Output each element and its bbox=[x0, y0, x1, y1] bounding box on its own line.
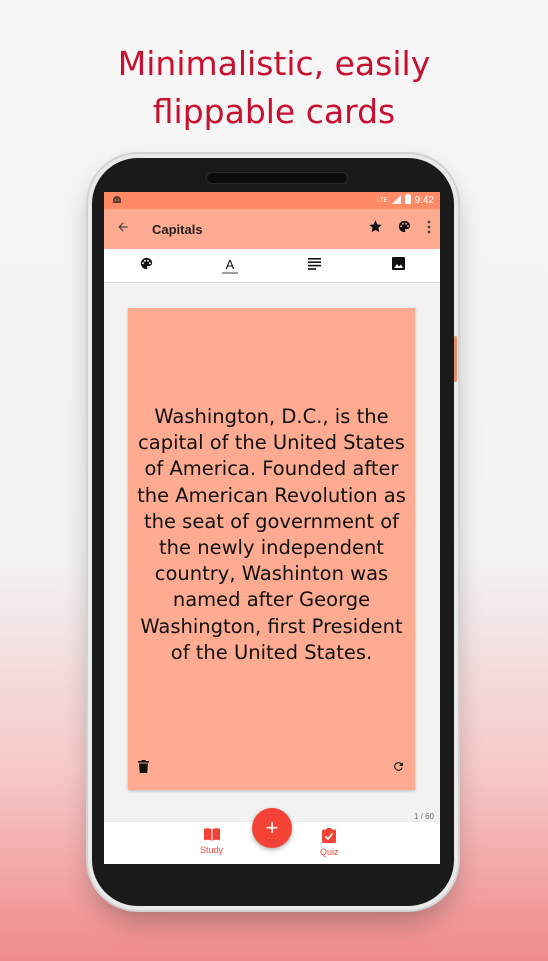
text-align-button[interactable] bbox=[294, 249, 334, 282]
phone-speaker bbox=[206, 172, 348, 184]
more-vert-icon[interactable] bbox=[426, 220, 432, 239]
battery-icon bbox=[404, 194, 411, 207]
format-toolbar: A bbox=[104, 249, 440, 283]
promo-headline-line2: flippable cards bbox=[152, 92, 396, 131]
book-icon bbox=[203, 828, 220, 843]
card-color-button[interactable] bbox=[126, 249, 166, 282]
align-icon bbox=[307, 257, 321, 275]
android-icon bbox=[112, 195, 122, 207]
back-arrow-icon[interactable] bbox=[116, 220, 130, 239]
nav-quiz[interactable]: Quiz bbox=[320, 828, 339, 857]
status-time: 9:42 bbox=[414, 195, 434, 206]
promo-headline-line1: Minimalistic, easily bbox=[117, 44, 431, 83]
insert-image-button[interactable] bbox=[378, 249, 418, 282]
add-card-button[interactable]: + bbox=[252, 808, 292, 848]
page-title: Capitals bbox=[152, 221, 203, 237]
phone-screen: LTE 9:42 Capitals A Washington, D.C., is… bbox=[104, 192, 440, 864]
palette-icon bbox=[139, 256, 154, 276]
flip-icon[interactable] bbox=[392, 760, 405, 778]
text-color-swatch bbox=[222, 271, 238, 274]
nav-study[interactable]: Study bbox=[200, 828, 223, 855]
palette-icon[interactable] bbox=[397, 219, 412, 239]
delete-icon[interactable] bbox=[138, 760, 149, 778]
star-icon[interactable] bbox=[368, 219, 383, 239]
nav-study-label: Study bbox=[200, 845, 224, 855]
promo-headline: Minimalistic, easily flippable cards bbox=[0, 40, 548, 136]
nav-quiz-label: Quiz bbox=[320, 847, 339, 857]
phone-volume-button bbox=[454, 436, 457, 546]
signal-icon bbox=[391, 194, 401, 207]
page-counter: 1 / 60 bbox=[413, 812, 434, 821]
network-type: LTE bbox=[376, 197, 388, 204]
bottom-nav: Study + Quiz bbox=[104, 808, 440, 864]
app-bar: Capitals bbox=[104, 209, 440, 249]
text-color-button[interactable]: A bbox=[210, 249, 250, 282]
phone-frame: LTE 9:42 Capitals A Washington, D.C., is… bbox=[92, 158, 457, 906]
phone-side-button bbox=[454, 336, 457, 382]
image-icon bbox=[391, 256, 405, 275]
status-bar: LTE 9:42 bbox=[104, 192, 440, 209]
quiz-check-icon bbox=[322, 828, 337, 845]
flashcard[interactable]: Washington, D.C., is the capital of the … bbox=[128, 308, 415, 790]
text-color-icon: A bbox=[225, 256, 235, 272]
card-text: Washington, D.C., is the capital of the … bbox=[137, 405, 406, 664]
